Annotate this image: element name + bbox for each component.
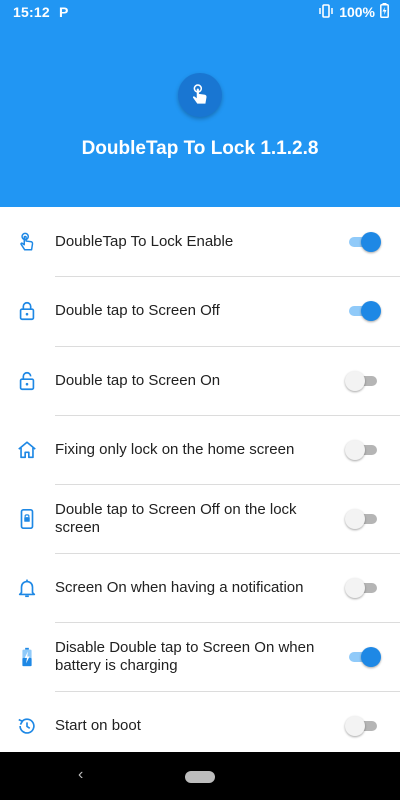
toggle-switch-screen-off[interactable] <box>345 300 381 322</box>
unlock-icon <box>16 370 38 392</box>
vibrate-icon <box>318 3 334 21</box>
lock-icon <box>16 300 38 322</box>
home-icon <box>16 439 38 461</box>
setting-row-charging-disable[interactable]: Disable Double tap to Screen On when bat… <box>0 623 400 692</box>
app-title: DoubleTap To Lock 1.1.2.8 <box>81 138 319 159</box>
setting-label: Double tap to Screen On <box>55 372 221 389</box>
bell-icon <box>16 577 38 599</box>
setting-row-screen-on[interactable]: Double tap to Screen On <box>0 347 400 416</box>
toggle-switch-charging-disable[interactable] <box>345 646 381 668</box>
back-chevron-icon[interactable]: ‹ <box>78 766 83 784</box>
setting-row-home-screen-lock[interactable]: Fixing only lock on the home screen <box>0 416 400 485</box>
status-right: 100% <box>318 3 389 21</box>
toggle-switch-screen-on[interactable] <box>345 370 381 392</box>
toggle-switch-lock-screen-off[interactable] <box>345 508 381 530</box>
tap-finger-icon <box>16 231 38 253</box>
toggle-switch-doubletap-enable[interactable] <box>345 231 381 253</box>
app-header: 15:12 P 100% DoubleTap To Lock 1.1.2.8 <box>0 0 400 207</box>
status-bar: 15:12 P 100% <box>0 0 400 25</box>
parking-notification-icon: P <box>59 4 69 20</box>
toggle-switch-home-screen-lock[interactable] <box>345 439 381 461</box>
setting-label: Double tap to Screen Off <box>55 302 220 319</box>
home-pill-icon[interactable] <box>185 771 215 783</box>
setting-label: Disable Double tap to Screen On when bat… <box>55 639 315 674</box>
battery-charging-icon <box>16 646 38 668</box>
setting-label: Fixing only lock on the home screen <box>55 441 295 458</box>
phone-lock-icon <box>16 508 38 530</box>
status-time: 15:12 <box>13 4 50 20</box>
battery-percent: 100% <box>339 4 375 20</box>
system-navigation-bar: ‹ <box>0 752 400 800</box>
app-logo-tap-finger-icon <box>178 73 222 117</box>
app-screen: 15:12 P 100% DoubleTap To Lock 1.1.2.8 D… <box>0 0 400 800</box>
setting-label: DoubleTap To Lock Enable <box>55 233 234 250</box>
setting-label: Start on boot <box>55 717 141 734</box>
setting-label: Double tap to Screen Off on the lock scr… <box>55 501 297 536</box>
setting-row-doubletap-enable[interactable]: DoubleTap To Lock Enable <box>0 207 400 276</box>
setting-row-lock-screen-off[interactable]: Double tap to Screen Off on the lock scr… <box>0 485 400 554</box>
setting-row-screen-off[interactable]: Double tap to Screen Off <box>0 277 400 346</box>
battery-charging-icon <box>380 3 389 21</box>
toggle-switch-notification-screen-on[interactable] <box>345 577 381 599</box>
setting-row-start-on-boot[interactable]: Start on boot <box>0 692 400 761</box>
setting-row-notification-screen-on[interactable]: Screen On when having a notification <box>0 554 400 623</box>
toggle-switch-start-on-boot[interactable] <box>345 715 381 737</box>
history-icon <box>16 715 38 737</box>
setting-label: Screen On when having a notification <box>55 579 304 596</box>
